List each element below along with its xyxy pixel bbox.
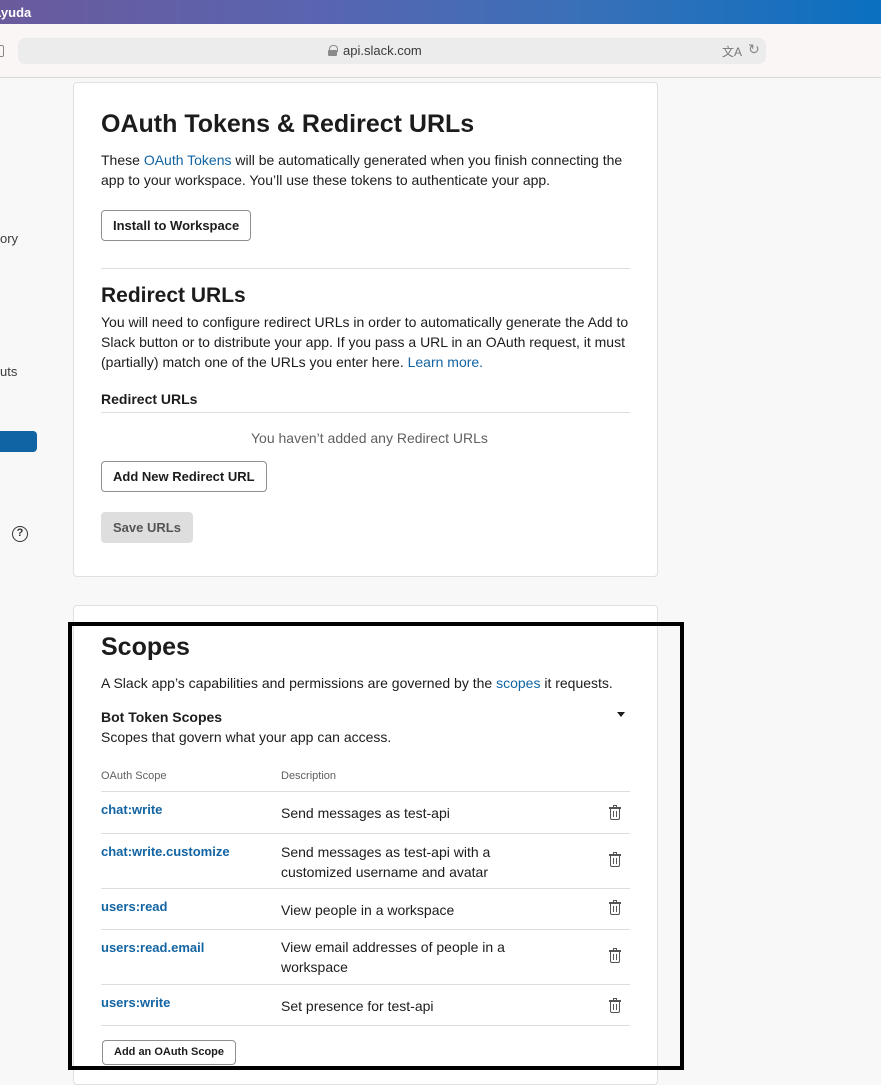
trash-icon[interactable]	[609, 998, 621, 1013]
table-row: users:read.email View email addresses of…	[101, 930, 630, 984]
table-row: chat:write Send messages as test-api	[101, 792, 630, 833]
bot-token-scopes-description: Scopes that govern what your app can acc…	[101, 729, 392, 745]
scope-name-link[interactable]: chat:write.customize	[101, 844, 230, 859]
sidebar-item-directory[interactable]: ory	[0, 231, 18, 246]
learn-more-link[interactable]: Learn more.	[408, 354, 483, 370]
section-divider	[101, 268, 630, 269]
redirect-urls-label: Redirect URLs	[101, 391, 198, 407]
scope-description-line2: customized username and avatar	[281, 864, 488, 880]
scope-description-line1: View email addresses of people in a	[281, 939, 505, 955]
help-icon[interactable]: ?	[12, 526, 28, 542]
intro-suffix: will be automatically generated when you…	[231, 152, 623, 168]
save-urls-button[interactable]: Save URLs	[101, 512, 193, 543]
sidebar-toggle-icon[interactable]	[0, 45, 4, 57]
oauth-intro-text: These OAuth Tokens will be automatically…	[101, 150, 641, 190]
translate-icon[interactable]: 文A	[722, 43, 742, 60]
redirect-desc-line2: Slack button or to distribute your app. …	[101, 334, 625, 350]
menu-item-help[interactable]: Ayuda	[0, 5, 31, 20]
scopes-link[interactable]: scopes	[496, 675, 540, 691]
column-header-description: Description	[281, 770, 337, 782]
scope-description-line1: Send messages as test-api with a	[281, 844, 491, 860]
scopes-desc-prefix: A Slack app’s capabilities and permissio…	[101, 675, 497, 691]
scopes-heading: Scopes	[101, 633, 190, 661]
intro-line2: app to your workspace. You’ll use these …	[101, 172, 551, 188]
scope-name-link[interactable]: users:read.email	[101, 940, 204, 955]
table-row: users:read View people in a workspace	[101, 889, 630, 930]
collapse-caret-icon[interactable]	[617, 712, 625, 717]
scope-description: View people in a workspace	[281, 902, 455, 918]
scope-name-link[interactable]: users:write	[101, 995, 170, 1010]
redirect-urls-divider	[101, 412, 630, 413]
install-to-workspace-button[interactable]: Install to Workspace	[101, 210, 252, 241]
trash-icon[interactable]	[609, 805, 621, 820]
menu-bar: Ayuda	[0, 0, 881, 24]
page-title: OAuth Tokens & Redirect URLs	[101, 110, 475, 138]
add-new-redirect-url-button[interactable]: Add New Redirect URL	[101, 461, 267, 492]
trash-icon[interactable]	[609, 948, 621, 963]
scope-name-link[interactable]: users:read	[101, 899, 167, 914]
scope-description-line2: workspace	[281, 959, 348, 975]
lock-icon	[328, 45, 338, 56]
redirect-urls-description: You will need to configure redirect URLs…	[101, 312, 646, 372]
sidebar-item-shortcuts[interactable]: uts	[0, 364, 17, 379]
scope-description: Send messages as test-api	[281, 805, 450, 821]
sidebar-item-oauth-active[interactable]	[0, 431, 37, 452]
oauth-tokens-link[interactable]: OAuth Tokens	[144, 152, 232, 168]
redirect-desc-line3: (partially) match one of the URLs you en…	[101, 354, 408, 370]
empty-redirect-urls-text: You haven’t added any Redirect URLs	[251, 430, 488, 446]
url-text: api.slack.com	[343, 43, 422, 58]
scope-description: Set presence for test-api	[281, 998, 434, 1014]
address-bar[interactable]: api.slack.com 文A ↻	[18, 38, 766, 64]
scopes-description: A Slack app’s capabilities and permissio…	[101, 673, 641, 693]
column-header-oauth-scope: OAuth Scope	[101, 770, 167, 782]
table-row: users:write Set presence for test-api	[101, 985, 630, 1026]
table-row: chat:write.customize Send messages as te…	[101, 834, 630, 888]
scopes-desc-suffix: it requests.	[540, 675, 613, 691]
add-oauth-scope-button[interactable]: Add an OAuth Scope	[102, 1040, 236, 1065]
redirect-urls-heading: Redirect URLs	[101, 284, 246, 307]
redirect-desc-line1: You will need to configure redirect URLs…	[101, 314, 629, 330]
trash-icon[interactable]	[609, 852, 621, 867]
reload-icon[interactable]: ↻	[748, 41, 760, 58]
trash-icon[interactable]	[609, 900, 621, 915]
intro-prefix: These	[101, 152, 144, 168]
row-divider	[101, 1025, 630, 1026]
scope-name-link[interactable]: chat:write	[101, 802, 162, 817]
bot-token-scopes-heading: Bot Token Scopes	[101, 709, 223, 725]
